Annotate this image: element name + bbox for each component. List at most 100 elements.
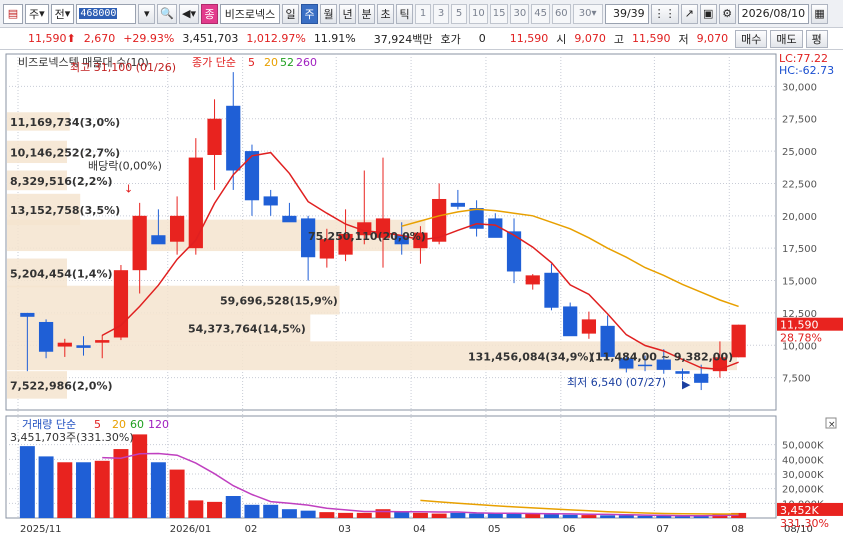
hc-label: HC:-62.73 xyxy=(779,64,834,77)
volume-tag-label: 3,452K xyxy=(780,504,819,517)
volume-bar xyxy=(113,449,129,518)
low-annotation: 최저 6,540 (07/27) xyxy=(567,376,666,389)
volume-bar xyxy=(469,513,485,518)
buy-button[interactable]: 매수 xyxy=(735,29,768,48)
tab-minute[interactable]: 분 xyxy=(358,3,375,24)
candle-body xyxy=(637,364,653,367)
low-label: 저 xyxy=(678,32,689,46)
current-price-tag-label: 11,590 xyxy=(780,319,819,332)
volume-ma-period: 60 xyxy=(130,418,144,431)
interval-custom[interactable]: 30 ▾ xyxy=(572,3,603,24)
price-tick-label: 20,000 xyxy=(782,212,817,223)
interval-30[interactable]: 30 xyxy=(510,3,530,24)
volume-profile-label: 75,250,110(20,0%) xyxy=(308,230,426,243)
candle-body xyxy=(151,235,166,245)
volume-bar xyxy=(600,515,616,518)
market-select[interactable]: 주 ▾ xyxy=(25,3,49,24)
interval-3[interactable]: 3 xyxy=(433,3,449,24)
volume-profile-label: 11,169,734(3,0%) xyxy=(10,116,120,129)
volume-bar xyxy=(38,456,54,518)
sound-icon[interactable]: ◀▾ xyxy=(179,3,199,24)
quote-bar: 11,590⬆ 2,670 +29.93% 3,451,703 1,012.97… xyxy=(0,28,843,50)
volume-bar xyxy=(281,509,297,518)
candle-body xyxy=(244,151,260,201)
current-pct-label: 28.78% xyxy=(780,332,822,345)
save-icon[interactable]: ▣ xyxy=(699,3,717,24)
chart-type-icon[interactable]: ▤ xyxy=(3,3,23,24)
volume-bar xyxy=(675,516,690,518)
search-icon[interactable]: 🔍 xyxy=(157,3,178,24)
volume-bar xyxy=(543,514,559,518)
volume-close-glyph: × xyxy=(828,420,836,430)
current-price-value: 11,590 xyxy=(28,32,67,45)
tab-week[interactable]: 주 xyxy=(301,3,318,24)
price-tick-label: 15,000 xyxy=(782,277,817,288)
tab-tick[interactable]: 틱 xyxy=(396,3,413,24)
candle-body xyxy=(38,321,54,352)
dropdown-icon[interactable]: ▾ xyxy=(138,3,156,24)
volume-bar xyxy=(618,515,634,518)
volume-bar xyxy=(319,512,335,518)
volume-bar xyxy=(412,512,428,518)
interval-10[interactable]: 10 xyxy=(469,3,488,24)
price-ma-period: 20 xyxy=(264,56,278,69)
volume-ma-period: 5 xyxy=(94,418,101,431)
high-price: 11,590 xyxy=(632,32,671,45)
candle-body xyxy=(581,319,597,334)
price-tick-label: 7,500 xyxy=(782,374,811,385)
sell-button[interactable]: 매도 xyxy=(770,29,803,48)
grid-icon[interactable]: ⋮⋮ xyxy=(650,3,679,24)
candle-body xyxy=(731,324,746,358)
price-tick-label: 22,500 xyxy=(782,179,817,190)
interval-15[interactable]: 15 xyxy=(489,3,509,24)
hoga-value: 0 xyxy=(478,32,486,45)
period-select[interactable]: 전 ▾ xyxy=(50,3,75,24)
interval-1[interactable]: 1 xyxy=(415,3,431,24)
price-range-label: (11,484,00 ~ 9,382,00) xyxy=(590,350,733,363)
x-tick-label: 2025/11 xyxy=(20,524,62,535)
date-field[interactable]: 2026/08/10 xyxy=(737,3,810,24)
settings-icon[interactable]: ⚙ xyxy=(718,3,736,24)
tab-month[interactable]: 월 xyxy=(320,3,337,24)
x-tick-label: 02 xyxy=(245,524,258,535)
price-ma-period: 52 xyxy=(280,56,294,69)
price-change: 2,670 xyxy=(83,32,116,45)
volume-bar xyxy=(57,462,73,518)
volume-bar xyxy=(225,496,241,518)
candle-body xyxy=(563,306,578,337)
volume-bar xyxy=(244,504,260,518)
tab-second[interactable]: 초 xyxy=(377,3,394,24)
bid-price: 11,590 xyxy=(509,32,549,45)
volume-profile-label: 13,152,758(3,5%) xyxy=(10,204,120,217)
volume-tick-label: 40,000K xyxy=(782,455,824,466)
price-tick-label: 25,000 xyxy=(782,147,817,158)
price-tick-label: 27,500 xyxy=(782,115,817,126)
volume-bar xyxy=(356,512,372,518)
volume-profile-label: 8,329,516(2,2%) xyxy=(10,175,113,188)
volume-bar xyxy=(132,434,148,518)
candle-body xyxy=(694,373,709,383)
tab-day[interactable]: 일 xyxy=(282,3,299,24)
avg-button[interactable]: 평 xyxy=(805,29,828,48)
volume-bar xyxy=(431,513,447,518)
interval-5[interactable]: 5 xyxy=(451,3,467,24)
volume-tick-label: 50,000K xyxy=(782,441,824,452)
volume-tick-label: 20,000K xyxy=(782,485,824,496)
calendar-icon[interactable]: ▦ xyxy=(811,3,829,24)
volume-bar xyxy=(207,501,223,518)
volume-profile-label: 59,696,528(15,9%) xyxy=(220,295,338,308)
interval-60[interactable]: 60 xyxy=(551,3,571,24)
candle-body xyxy=(207,118,222,155)
stock-chart[interactable]: 7,50010,00012,50015,00017,50020,00022,50… xyxy=(0,50,843,539)
high-label: 고 xyxy=(613,32,624,46)
tab-year[interactable]: 년 xyxy=(339,3,356,24)
volume-profile-label: 7,522,986(2,0%) xyxy=(10,379,113,392)
trend-icon[interactable]: ↗ xyxy=(680,3,698,24)
badge-button[interactable]: 종 xyxy=(201,3,218,24)
candle-body xyxy=(226,105,241,171)
stock-name: 비즈로넥스 xyxy=(220,3,280,24)
stock-code-value: 468000 xyxy=(79,8,118,19)
stock-code-input[interactable]: 468000 xyxy=(76,3,137,24)
price-change-pct: +29.93% xyxy=(123,32,175,45)
interval-45[interactable]: 45 xyxy=(531,3,550,24)
